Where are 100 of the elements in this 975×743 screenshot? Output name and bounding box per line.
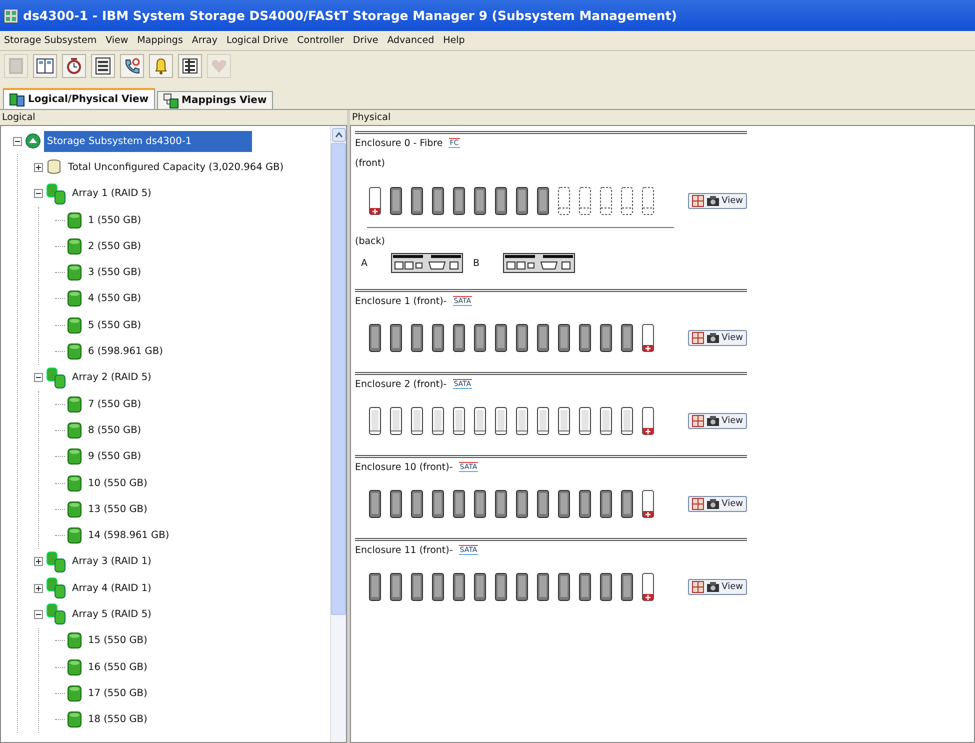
drive-icon[interactable] [600,324,612,352]
drive-icon[interactable] [453,490,465,518]
drive-icon[interactable] [390,187,402,215]
menu-item[interactable]: Advanced [387,35,434,46]
drive-icon[interactable] [495,573,507,601]
drive-icon[interactable] [411,187,423,215]
drive-icon[interactable] [558,324,570,352]
drive-icon[interactable] [369,324,381,352]
tree-item[interactable]: Array 4 (RAID 1) [69,580,154,596]
tree-item[interactable]: Array 3 (RAID 1) [69,554,154,570]
drive-icon[interactable] [537,490,549,518]
drive-icon[interactable] [537,324,549,352]
drive-icon[interactable] [600,490,612,518]
collapse-icon[interactable] [34,610,43,619]
drive-icon[interactable] [600,407,612,435]
hot-spare-drive-icon[interactable] [369,187,381,215]
menu-item[interactable]: View [106,35,128,46]
drive-icon[interactable] [369,490,381,518]
drive-icon[interactable] [516,573,528,601]
grid-icon[interactable] [692,581,704,593]
tree-item[interactable]: 8 (550 GB) [85,422,144,438]
drive-icon[interactable] [558,407,570,435]
drive-icon[interactable] [621,573,633,601]
drive-icon[interactable] [579,324,591,352]
drive-icon[interactable] [558,573,570,601]
tree-item[interactable]: 15 (550 GB) [85,633,150,648]
drive-icon[interactable] [411,407,423,435]
view-button[interactable]: View [688,496,747,512]
drive-icon[interactable] [579,490,591,518]
drive-icon[interactable] [621,407,633,435]
tree-item[interactable]: 14 (598.961 GB) [85,528,172,544]
grid-icon[interactable] [692,332,704,344]
drive-icon[interactable] [369,407,381,435]
drive-icon[interactable] [474,407,486,435]
tree-item[interactable]: 4 (550 GB) [85,291,144,306]
grid-icon[interactable] [692,498,704,510]
tree-item[interactable]: 9 (550 GB) [85,449,144,464]
expand-icon[interactable] [34,557,43,566]
camera-icon[interactable] [706,498,720,510]
drive-icon[interactable] [390,407,402,435]
drive-icon[interactable] [432,490,444,518]
drive-icon[interactable] [390,490,402,518]
scroll-up-icon[interactable] [332,128,346,142]
tab[interactable]: Mappings View [156,91,273,109]
drive-icon[interactable] [474,324,486,352]
scrollbar[interactable] [330,126,346,742]
drive-icon[interactable] [411,324,423,352]
tree-item[interactable]: 1 (550 GB) [85,212,144,228]
tree-item[interactable]: Array 5 (RAID 5) [69,606,154,622]
empty-slot-icon[interactable] [579,187,591,215]
drive-icon[interactable] [474,573,486,601]
drive-icon[interactable] [495,187,507,215]
hot-spare-drive-icon[interactable] [642,407,654,435]
empty-slot-icon[interactable] [600,187,612,215]
tree-item[interactable]: Total Unconfigured Capacity (3,020.964 GB) [65,160,287,175]
tree-item[interactable]: 16 (550 GB) [85,660,150,675]
view-button[interactable]: View [688,579,747,595]
drive-icon[interactable] [432,573,444,601]
controller-drawing[interactable] [391,253,463,273]
drive-icon[interactable] [516,187,528,215]
menu-item[interactable]: Logical Drive [226,35,288,46]
tree-item[interactable]: 6 (598.961 GB) [85,344,166,360]
menu-item[interactable]: Storage Subsystem [4,35,97,46]
drive-icon[interactable] [516,324,528,352]
menu-item[interactable]: Controller [297,35,344,46]
drive-icon[interactable] [390,324,402,352]
menu-item[interactable]: Drive [352,35,378,46]
drive-icon[interactable] [495,324,507,352]
camera-icon[interactable] [706,581,720,593]
camera-icon[interactable] [706,415,720,427]
drive-icon[interactable] [579,573,591,601]
grid-icon[interactable] [692,415,704,427]
scroll-thumb[interactable] [331,143,346,615]
hot-spare-drive-icon[interactable] [642,490,654,518]
tree-item[interactable]: 2 (550 GB) [85,238,144,254]
menu-item[interactable]: Array [192,35,218,46]
drive-icon[interactable] [474,187,486,215]
drive-icon[interactable] [453,407,465,435]
drive-icon[interactable] [390,573,402,601]
tree-item[interactable]: 18 (550 GB) [85,712,150,728]
tree-item[interactable]: 7 (550 GB) [85,396,144,412]
expand-icon[interactable] [34,584,43,593]
menu-item[interactable]: Help [443,35,465,46]
empty-slot-icon[interactable] [558,187,570,215]
drive-icon[interactable] [537,187,549,215]
tree-item[interactable]: 13 (550 GB) [85,502,150,517]
tab[interactable]: Logical/Physical View [3,88,155,109]
tree-item[interactable]: Array 2 (RAID 5) [69,370,154,386]
drive-icon[interactable] [516,490,528,518]
drive-icon[interactable] [537,573,549,601]
drive-icon[interactable] [537,407,549,435]
drive-icon[interactable] [621,324,633,352]
drive-icon[interactable] [453,573,465,601]
drive-icon[interactable] [516,407,528,435]
drive-icon[interactable] [579,407,591,435]
view-button[interactable]: View [688,413,747,429]
camera-icon[interactable] [706,195,720,207]
expand-icon[interactable] [34,162,43,172]
collapse-icon[interactable] [13,136,22,146]
drive-icon[interactable] [432,324,444,352]
